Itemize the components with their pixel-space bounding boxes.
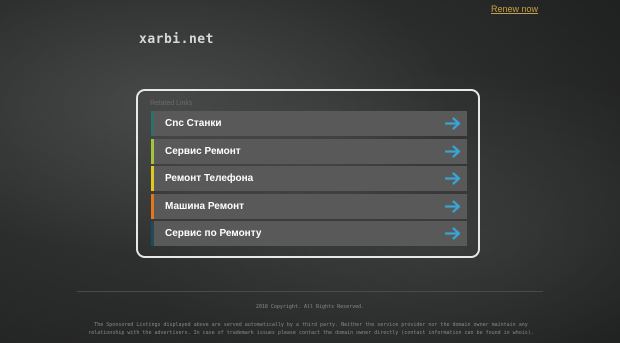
arrow-right-icon [445, 172, 461, 185]
related-link-servis-remont[interactable]: Сервис Ремонт [151, 138, 467, 164]
link-label: Машина Ремонт [165, 200, 245, 212]
related-link-cnc-stanki[interactable]: Cnc Станки [151, 111, 467, 136]
related-links-heading: Related Links [150, 100, 193, 107]
disclaimer-text: The Sponsored Listings displayed above a… [88, 322, 534, 336]
arrow-right-icon [445, 144, 461, 158]
link-accent-bar [151, 111, 154, 136]
renew-now-link[interactable]: Renew now [491, 4, 538, 14]
link-label: Сервис Ремонт [165, 145, 241, 157]
related-links-box: Related Links Cnc Станки Сервис Ремонт Р… [136, 89, 480, 258]
link-label: Сервис по Ремонту [165, 228, 262, 239]
footer-divider [77, 291, 543, 292]
arrow-right-icon [445, 117, 461, 130]
link-accent-bar [151, 166, 154, 191]
copyright-text: 2018 Copyright. All Rights Reserved. [255, 304, 365, 310]
domain-title: xarbi.net [139, 32, 214, 47]
link-label: Cnc Станки [165, 118, 222, 129]
link-label: Ремонт Телефона [165, 173, 254, 184]
arrow-right-icon [445, 227, 461, 240]
link-accent-bar [151, 138, 154, 164]
arrow-right-icon [445, 199, 461, 213]
related-link-servis-po-remontu[interactable]: Сервис по Ремонту [151, 221, 467, 246]
link-accent-bar [151, 221, 154, 246]
related-link-mashina-remont[interactable]: Машина Ремонт [151, 193, 467, 219]
related-links-list: Cnc Станки Сервис Ремонт Ремонт Телефона… [151, 111, 467, 249]
related-link-remont-telefona[interactable]: Ремонт Телефона [151, 166, 467, 191]
link-accent-bar [151, 193, 154, 219]
